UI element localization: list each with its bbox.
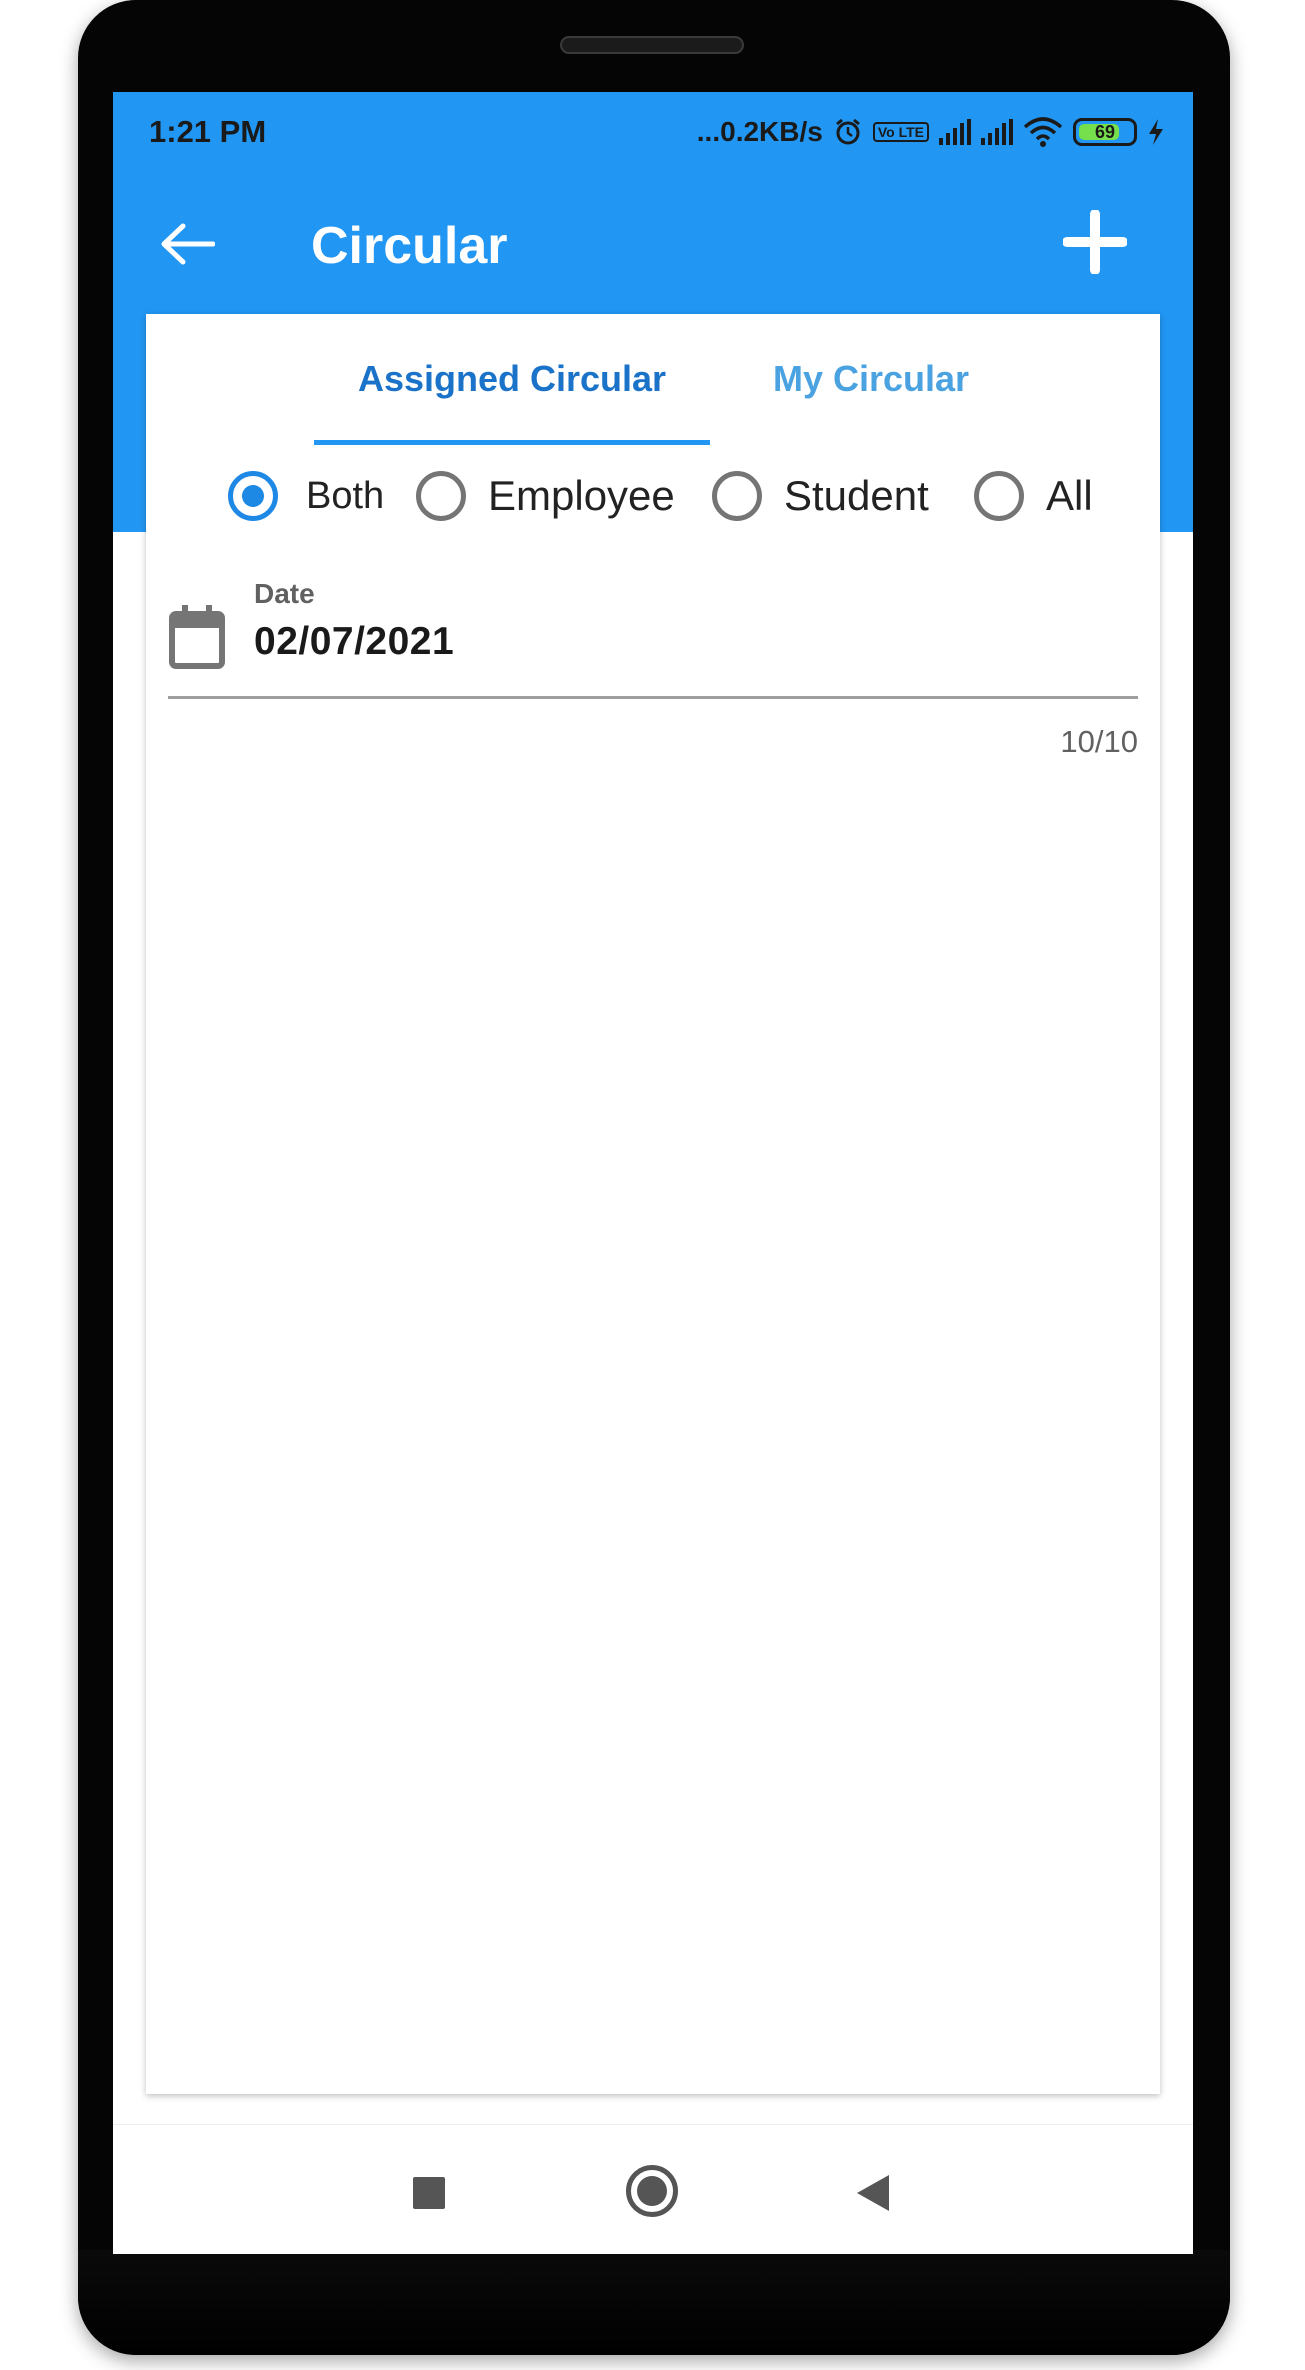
speaker-grille — [560, 36, 744, 54]
radio-employee[interactable]: Employee — [416, 462, 675, 530]
charging-icon — [1149, 119, 1163, 145]
alarm-icon — [835, 118, 860, 145]
tab-bar: Assigned Circular My Circular — [146, 314, 1160, 445]
tab-my-circular[interactable]: My Circular — [726, 314, 1016, 444]
radio-button[interactable] — [712, 471, 762, 521]
recents-icon[interactable] — [413, 2177, 445, 2209]
signal-icon — [939, 119, 971, 145]
radio-label: Student — [784, 472, 929, 519]
date-field[interactable]: Date 02/07/2021 — [168, 564, 1138, 704]
battery-icon: 69 — [1073, 118, 1137, 146]
radio-both[interactable]: Both — [228, 462, 384, 530]
calendar-icon — [169, 605, 225, 669]
plus-icon[interactable] — [1063, 210, 1127, 274]
volte-badge: Vo LTE — [872, 122, 929, 142]
date-underline — [168, 696, 1138, 699]
radio-label: All — [1046, 472, 1093, 519]
system-nav-bar — [113, 2124, 1193, 2254]
screen: 1:21 PM ...0.2KB/s Vo LTE 69 Circular As… — [113, 92, 1193, 2254]
date-label: Date — [254, 578, 315, 609]
content-card: Assigned Circular My Circular Both Emplo… — [146, 314, 1160, 2094]
wifi-icon — [1023, 117, 1063, 147]
network-speed: ...0.2KB/s — [696, 116, 823, 147]
arrow-left-icon[interactable] — [159, 222, 215, 266]
radio-label: Both — [306, 474, 385, 517]
phone-chin — [78, 2250, 1230, 2355]
item-counter: 10/10 — [1060, 724, 1138, 759]
status-icons: ...0.2KB/s Vo LTE 69 — [697, 116, 1165, 148]
battery-level: 69 — [1094, 121, 1116, 142]
page-title: Circular — [311, 217, 508, 275]
app-bar: Circular — [113, 172, 1193, 322]
tab-indicator — [314, 440, 710, 445]
back-icon[interactable] — [855, 2173, 891, 2213]
date-value: 02/07/2021 — [254, 620, 455, 663]
radio-all[interactable]: All — [974, 462, 1093, 530]
radio-button[interactable] — [974, 471, 1024, 521]
status-bar: 1:21 PM ...0.2KB/s Vo LTE 69 — [113, 92, 1193, 172]
status-time: 1:21 PM — [149, 114, 267, 149]
radio-button-checked[interactable] — [228, 471, 278, 521]
filter-radio-group: Both Employee Student All — [146, 462, 1160, 530]
signal-icon — [981, 119, 1013, 145]
tab-assigned-circular[interactable]: Assigned Circular — [314, 314, 710, 444]
radio-button[interactable] — [416, 471, 466, 521]
radio-student[interactable]: Student — [712, 462, 929, 530]
radio-label: Employee — [488, 472, 675, 519]
home-icon[interactable] — [626, 2165, 678, 2217]
